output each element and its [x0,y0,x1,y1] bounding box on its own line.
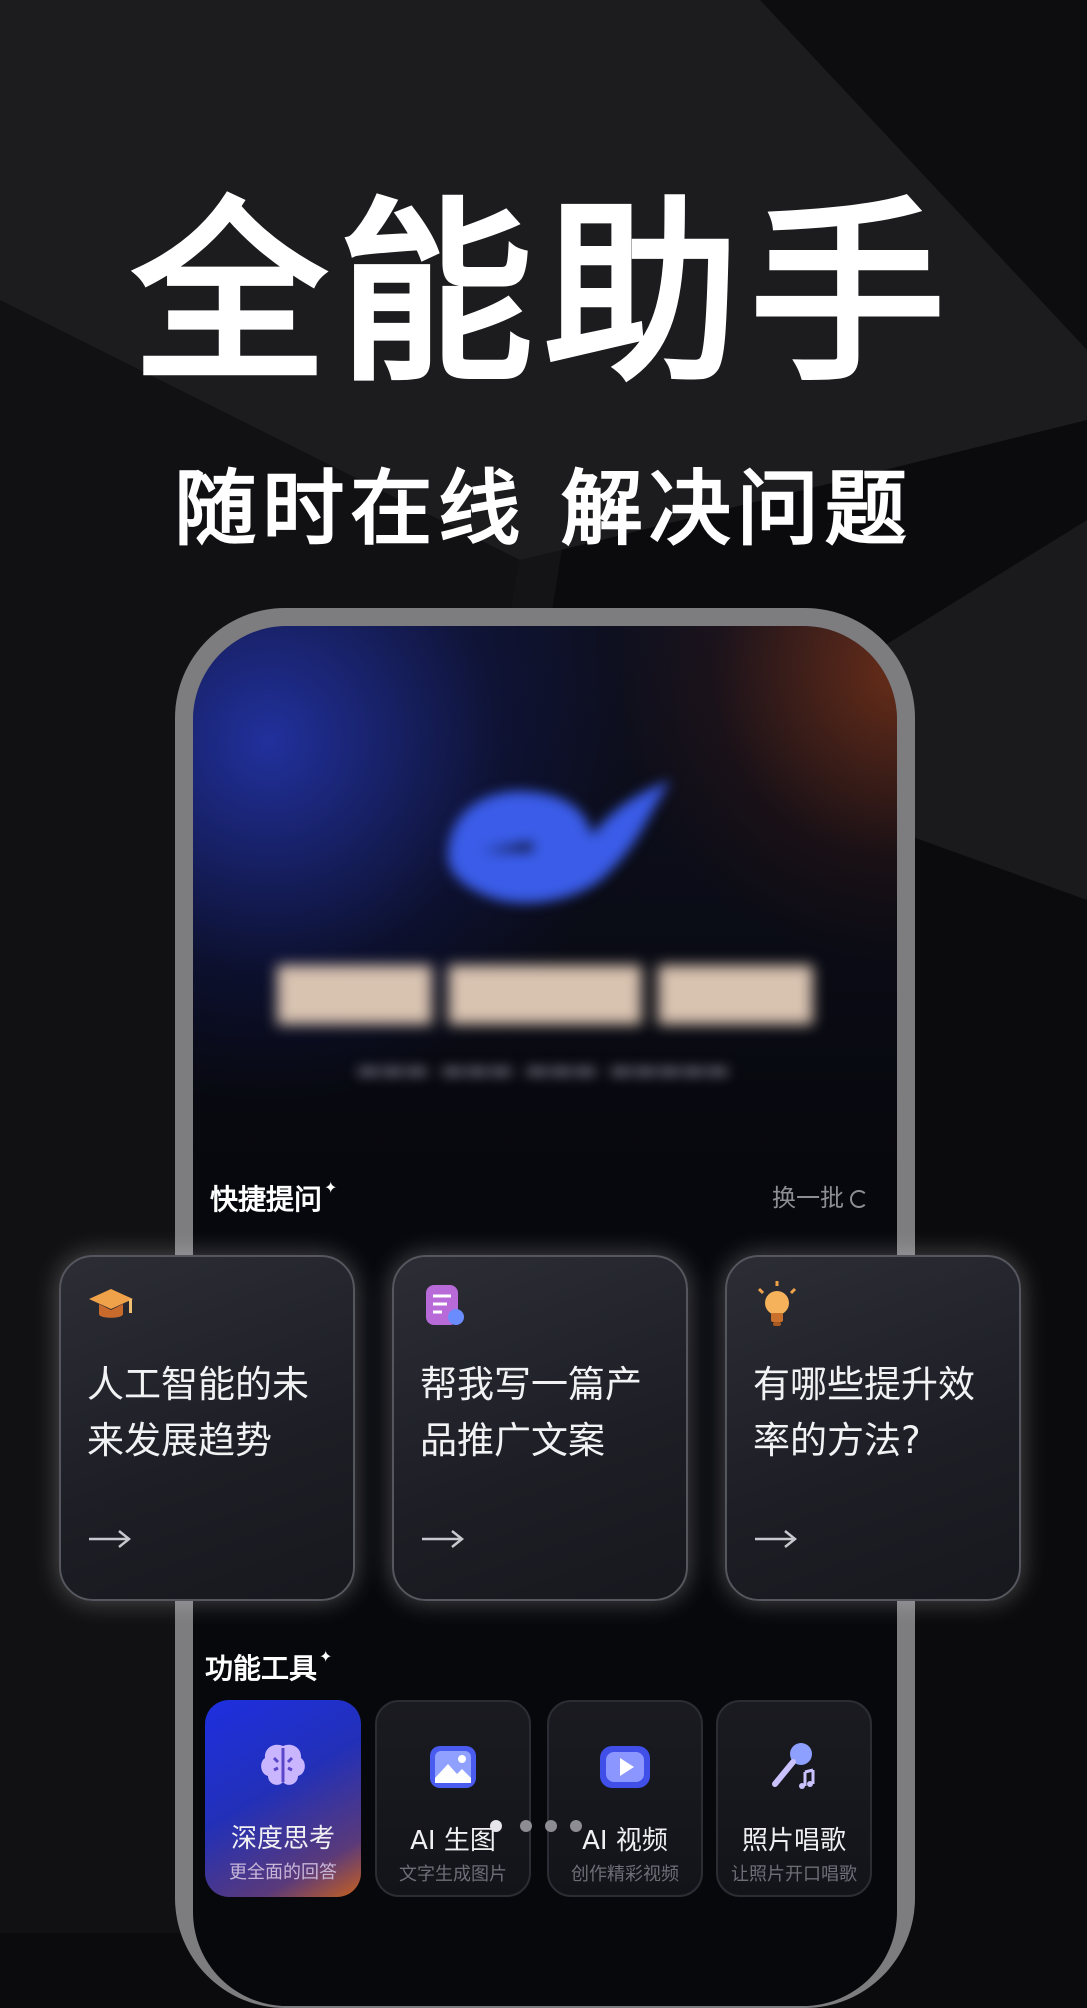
document-edit-icon [426,1285,464,1325]
tool-desc: 文字生成图片 [399,1864,507,1885]
quick-question-card[interactable]: 人工智能的未来发展趋势 [59,1255,355,1601]
app-subtitle-blurred: ▂▂▂ ▂▂▂ ▂▂▂ ▂▂▂▂▂ [358,1046,732,1076]
hero-title: 全能助手 [131,181,956,409]
tools-title: 功能工具 ✦ [205,1647,333,1685]
app-title-blurred: ████ █████ ████ [277,966,813,1024]
refresh-button[interactable]: 换一批 [772,1178,868,1213]
question-text: 人工智能的未来发展趋势 [87,1363,309,1462]
page-dot-active [490,1820,502,1832]
tool-name: 照片唱歌 [741,1826,846,1856]
tool-name: AI 生图 [410,1826,496,1856]
video-play-icon [600,1746,650,1788]
lightbulb-icon [757,1281,797,1326]
arrow-right-icon [755,1530,798,1548]
page-dot [570,1820,582,1832]
sparkle-icon: ✦ [324,1178,338,1197]
tool-desc: 创作精彩视频 [571,1864,679,1885]
tool-deep-thinking[interactable]: 深度思考 更全面的回答 [205,1700,361,1897]
quick-question-card[interactable]: 帮我写一篇产品推广文案 [392,1255,688,1601]
question-text: 帮我写一篇产品推广文案 [420,1363,642,1462]
graduation-cap-icon [89,1289,133,1318]
tool-ai-video[interactable]: AI 视频 创作精彩视频 [547,1700,703,1897]
tool-photo-sing[interactable]: 照片唱歌 让照片开口唱歌 [716,1700,872,1897]
tool-desc: 更全面的回答 [229,1862,337,1883]
arrow-right-icon [89,1530,132,1548]
quick-questions-title: 快捷提问 ✦ [210,1178,338,1216]
page-dot [545,1820,557,1832]
quick-question-card[interactable]: 有哪些提升效率的方法? [725,1255,1021,1601]
sparkle-icon: ✦ [319,1647,333,1666]
image-icon [430,1746,476,1788]
tool-desc: 让照片开口唱歌 [731,1864,857,1885]
tool-ai-image[interactable]: AI 生图 文字生成图片 [375,1700,531,1897]
brain-icon [261,1744,305,1785]
whale-logo-icon [447,780,671,903]
microphone-icon [772,1743,815,1789]
arrow-right-icon [422,1530,465,1548]
hero-subtitle: 随时在线 解决问题 [174,462,913,557]
refresh-icon [850,1190,868,1208]
page-dot [520,1820,532,1832]
tool-name: 深度思考 [230,1824,335,1854]
question-text: 有哪些提升效率的方法? [753,1363,975,1462]
